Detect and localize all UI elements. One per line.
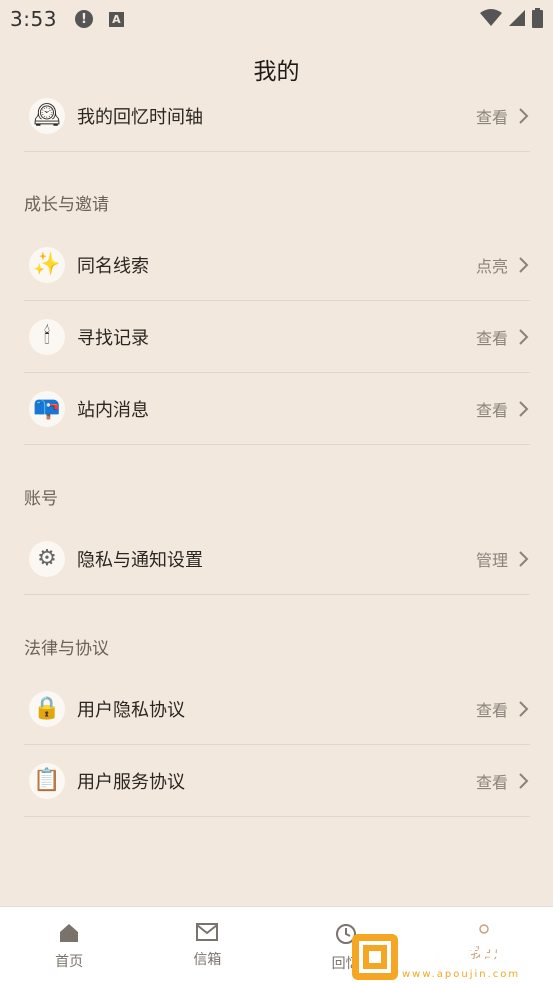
chevron-right-icon	[519, 400, 529, 417]
user-privacy-action[interactable]: 查看	[476, 697, 508, 721]
wifi-icon	[480, 9, 502, 26]
chevron-right-icon	[519, 550, 529, 567]
chevron-right-icon	[519, 328, 529, 345]
mailbox-icon: 📪	[29, 390, 65, 427]
timeline-label: 我的回忆时间轴	[77, 106, 203, 128]
chevron-right-icon	[519, 107, 529, 124]
tab-home[interactable]: 首页	[0, 907, 138, 984]
clipboard-icon: 📋	[29, 762, 65, 799]
privacy-settings-label: 隐私与通知设置	[77, 549, 203, 571]
messages-label: 站内消息	[77, 399, 149, 421]
search-record-row[interactable]: 🕯 寻找记录 查看	[24, 301, 530, 373]
sparkles-icon: ✨	[29, 246, 65, 283]
home-icon	[60, 924, 79, 942]
search-record-label: 寻找记录	[77, 327, 149, 349]
user-privacy-label: 用户隐私协议	[77, 699, 185, 721]
section-title-growth: 成长与邀请	[24, 195, 109, 215]
watermark-logo-icon	[352, 934, 398, 980]
status-right-icons	[480, 8, 543, 28]
chevron-right-icon	[519, 772, 529, 789]
tab-home-label: 首页	[55, 954, 84, 970]
timeline-row[interactable]: 🕰 我的回忆时间轴 查看	[24, 80, 530, 152]
user-service-row[interactable]: 📋 用户服务协议 查看	[24, 745, 530, 817]
clock-icon: 🕰	[29, 97, 65, 134]
watermark-url: www.apoujin.com	[402, 969, 521, 980]
status-time: 3:53	[10, 7, 57, 31]
watermark: 欧金软件园 www.apoujin.com	[352, 934, 548, 980]
privacy-settings-row[interactable]: ⚙ 隐私与通知设置 管理	[24, 523, 530, 595]
messages-row[interactable]: 📪 站内消息 查看	[24, 373, 530, 445]
same-name-label: 同名线索	[77, 255, 149, 277]
battery-icon	[532, 8, 543, 28]
gear-icon: ⚙	[29, 540, 65, 577]
watermark-title: 欧金软件园	[402, 940, 527, 969]
mail-icon	[196, 923, 219, 941]
candle-icon: 🕯	[29, 318, 65, 355]
alert-icon: !	[74, 10, 93, 28]
text-a-icon: A	[108, 11, 124, 27]
user-privacy-row[interactable]: 🔒 用户隐私协议 查看	[24, 673, 530, 745]
messages-action[interactable]: 查看	[476, 397, 508, 421]
status-bar: 3:53 ! A	[0, 0, 553, 38]
signal-icon	[509, 10, 525, 26]
privacy-settings-action[interactable]: 管理	[476, 547, 508, 571]
lock-icon: 🔒	[29, 690, 65, 727]
tab-mailbox[interactable]: 信箱	[138, 907, 276, 984]
timeline-action[interactable]: 查看	[476, 104, 508, 128]
same-name-row[interactable]: ✨ 同名线索 点亮	[24, 229, 530, 301]
section-title-legal: 法律与协议	[24, 639, 109, 659]
user-service-action[interactable]: 查看	[476, 769, 508, 793]
chevron-right-icon	[519, 256, 529, 273]
same-name-action[interactable]: 点亮	[476, 253, 508, 277]
search-record-action[interactable]: 查看	[476, 325, 508, 349]
section-title-account: 账号	[24, 489, 58, 509]
tab-mailbox-label: 信箱	[193, 952, 222, 968]
user-service-label: 用户服务协议	[77, 771, 185, 793]
chevron-right-icon	[519, 700, 529, 717]
